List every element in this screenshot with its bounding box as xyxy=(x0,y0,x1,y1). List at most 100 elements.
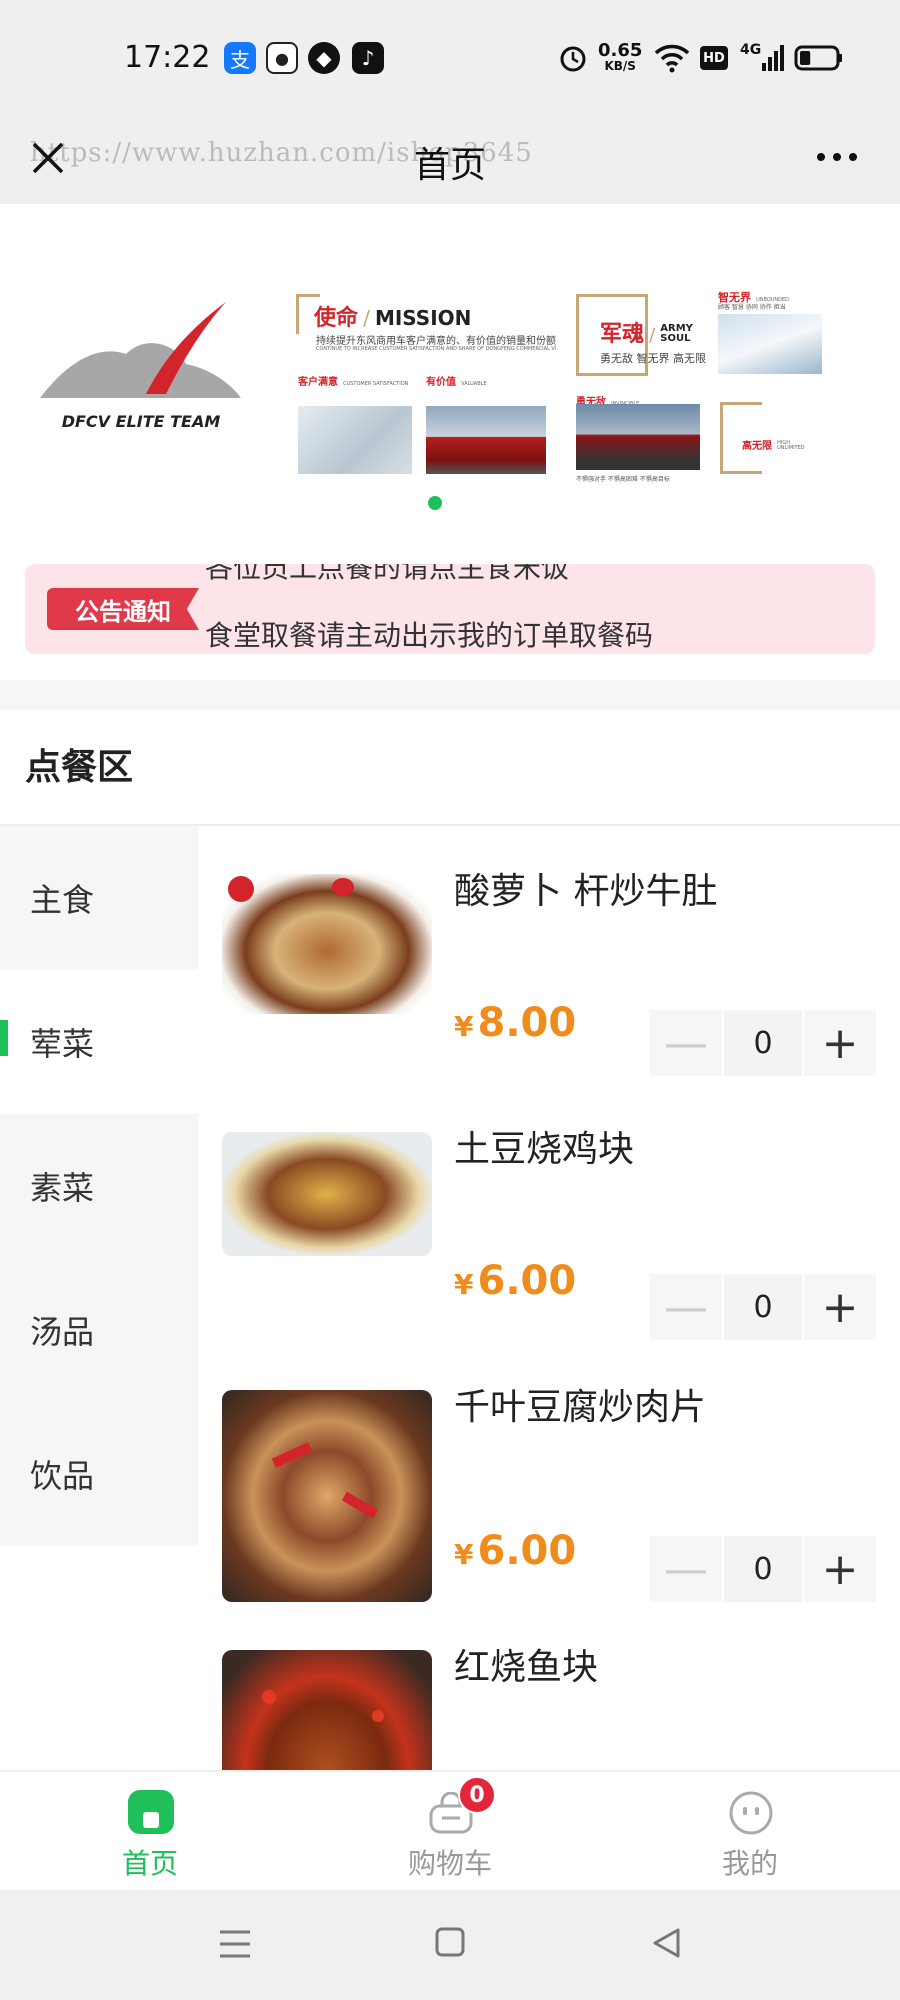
cart-badge: 0 xyxy=(458,1776,496,1814)
army-soul-title: 军魂 xyxy=(600,322,645,347)
tab-mine[interactable]: 我的 xyxy=(650,1772,850,1892)
decrease-button[interactable]: — xyxy=(650,1274,722,1340)
wifi-icon xyxy=(654,40,690,76)
valuable: 有价值 xyxy=(426,377,456,388)
tab-home-label: 首页 xyxy=(121,1847,178,1880)
category-label: 素菜 xyxy=(30,1169,95,1207)
increase-button[interactable]: + xyxy=(804,1010,876,1076)
eagle-photo xyxy=(718,314,822,374)
mission-sub-en: CONTINUE TO INCREASE CUSTOMER SATISFACTI… xyxy=(316,346,556,352)
tab-cart[interactable]: 0 购物车 xyxy=(350,1772,550,1892)
quantity-stepper: — 0 + xyxy=(650,1010,876,1076)
more-icon[interactable] xyxy=(812,142,862,172)
system-navigation-bar xyxy=(0,1890,900,2000)
company-logo: DFCV ELITE TEAM xyxy=(36,294,246,444)
status-time: 17:22 xyxy=(124,40,211,75)
status-bar: 17:22 支 ● ◆ ♪ 0.65 KB/S HD 4G xyxy=(0,0,900,118)
notice-tag: 公告通知 xyxy=(47,588,199,630)
notice-line-1: 各位员工点餐的请点主食米饭 xyxy=(205,564,570,584)
decrease-button[interactable]: — xyxy=(650,1536,722,1602)
alarm-icon xyxy=(558,40,588,76)
dish-name: 千叶豆腐炒肉片 xyxy=(454,1387,707,1428)
category-item-soup[interactable]: 汤品 xyxy=(0,1258,198,1402)
brave-sub: 不惧强对手 不惧高困难 不惧高目标 xyxy=(576,476,670,483)
dish-price: ¥6.00 xyxy=(454,1528,576,1574)
category-item-drink[interactable]: 饮品 xyxy=(0,1402,198,1546)
customer-satisfaction: 客户满意 xyxy=(298,377,338,388)
army-soul-panel: 军魂 / ARMY SOUL 勇无敌 智无界 高无限 智无界 UNBOUNDED… xyxy=(576,291,830,484)
increase-button[interactable]: + xyxy=(804,1274,876,1340)
army-soul-en: ARMY SOUL xyxy=(660,323,693,344)
tiktok-icon: ♪ xyxy=(352,42,384,74)
quantity-value[interactable]: 0 xyxy=(724,1010,802,1076)
dish-price: ¥6.00 xyxy=(454,1258,576,1304)
dish-item[interactable]: 千叶豆腐炒肉片 ¥6.00 — 0 + xyxy=(220,1378,900,1628)
valuable-en: VALUABLE xyxy=(461,381,487,387)
mission-title: 使命 xyxy=(314,306,359,331)
dish-name: 红烧鱼块 xyxy=(454,1647,599,1688)
mine-icon xyxy=(728,1790,774,1836)
dish-photo xyxy=(222,874,432,1014)
price-value: 8.00 xyxy=(477,1000,577,1046)
currency-symbol: ¥ xyxy=(454,1538,474,1571)
currency-symbol: ¥ xyxy=(454,1010,474,1043)
alipay-icon: 支 xyxy=(224,42,256,74)
nav-bar: https://www.huzhan.com/ishop3645 首页 xyxy=(0,118,900,204)
high-en: HIGH UNLIMITED xyxy=(777,440,805,451)
category-sidebar: 主食 荤菜 素菜 汤品 饮品 xyxy=(0,826,198,1546)
category-label: 汤品 xyxy=(30,1313,95,1351)
page-title: 首页 xyxy=(413,145,486,186)
currency-symbol: ¥ xyxy=(454,1268,474,1301)
dish-photo xyxy=(222,1650,432,1770)
high-title: 高无限 xyxy=(742,441,772,452)
back-nav-icon[interactable] xyxy=(650,1926,682,1960)
mission-panel: 使命 / MISSION 持续提升东风商用车客户满意的、有价值的销量和份额 CO… xyxy=(296,294,556,474)
customer-satisfaction-en: CUSTOMER SATISFACTION xyxy=(343,381,409,387)
menu-nav-icon[interactable] xyxy=(218,1926,252,1962)
tab-cart-label: 购物车 xyxy=(407,1847,492,1880)
handshake-photo xyxy=(298,406,412,474)
category-item-staple[interactable]: 主食 xyxy=(0,826,198,970)
app-icon: ◆ xyxy=(308,42,340,74)
category-label: 主食 xyxy=(30,881,95,919)
baidu-icon: ● xyxy=(266,42,298,74)
category-item-vegetable[interactable]: 素菜 xyxy=(0,1114,198,1258)
dish-name: 土豆烧鸡块 xyxy=(454,1129,635,1170)
network-type: 4G xyxy=(740,42,762,58)
carousel-dot-active[interactable] xyxy=(428,496,442,510)
mission-title-en: MISSION xyxy=(374,306,472,330)
dish-photo xyxy=(222,1132,432,1256)
bottom-tab-bar: 首页 0 购物车 我的 xyxy=(0,1770,900,1890)
quantity-stepper: — 0 + xyxy=(650,1274,876,1340)
section-divider xyxy=(0,680,900,710)
home-nav-icon[interactable] xyxy=(434,1926,466,1958)
home-icon xyxy=(128,1790,174,1834)
dish-item[interactable]: 酸萝卜 杆炒牛肚 ¥8.00 — 0 + xyxy=(220,862,900,1112)
price-value: 6.00 xyxy=(477,1258,577,1304)
dish-price: ¥8.00 xyxy=(454,1000,576,1046)
category-item-meat[interactable]: 荤菜 xyxy=(0,970,198,1114)
dish-item[interactable]: 土豆烧鸡块 ¥6.00 — 0 + xyxy=(220,1120,900,1370)
quantity-value[interactable]: 0 xyxy=(724,1536,802,1602)
tab-home[interactable]: 首页 xyxy=(50,1772,250,1892)
decrease-button[interactable]: — xyxy=(650,1010,722,1076)
dish-item[interactable]: 红烧鱼块 xyxy=(220,1638,900,1770)
category-label: 饮品 xyxy=(30,1457,95,1495)
hd-badge: HD xyxy=(700,46,728,70)
notice-line-2: 食堂取餐请主动出示我的订单取餐码 xyxy=(205,619,654,652)
notice-bar[interactable]: 公告通知 各位员工点餐的请点主食米饭 食堂取餐请主动出示我的订单取餐码 xyxy=(25,564,875,654)
logo-text: DFCV ELITE TEAM xyxy=(61,412,221,431)
dish-photo xyxy=(222,1390,432,1602)
banner-carousel[interactable]: DFCV ELITE TEAM 使命 / MISSION 持续提升东风商用车客户… xyxy=(0,204,900,534)
tab-mine-label: 我的 xyxy=(721,1847,778,1880)
increase-button[interactable]: + xyxy=(804,1536,876,1602)
category-label: 荤菜 xyxy=(30,1025,95,1063)
wisdom-sub: 顾客 智慧 协同 协作 担当 xyxy=(718,304,786,311)
army-soul-sub: 勇无敌 智无界 高无限 xyxy=(600,352,706,365)
truck-photo xyxy=(426,406,546,474)
dish-name: 酸萝卜 杆炒牛肚 xyxy=(454,871,718,912)
quantity-value[interactable]: 0 xyxy=(724,1274,802,1340)
battery-icon xyxy=(794,40,844,76)
section-title: 点餐区 xyxy=(25,747,134,788)
net-speed-value: 0.65 xyxy=(598,40,643,61)
